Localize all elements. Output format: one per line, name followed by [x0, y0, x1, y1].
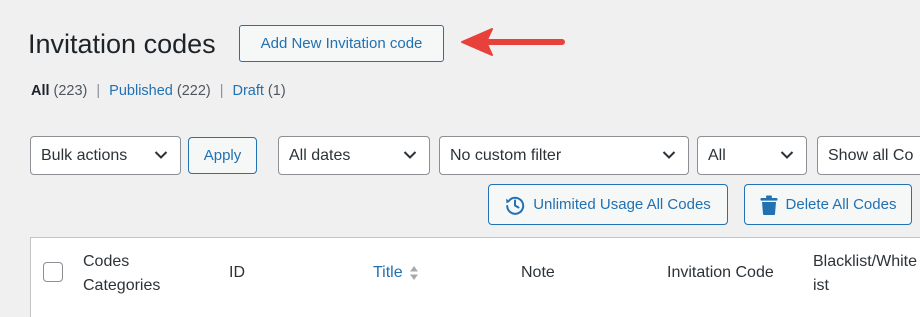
bulk-actions-value: Bulk actions [41, 146, 128, 164]
filter-published-count: (222) [176, 83, 211, 99]
show-all-select[interactable]: Show all Co [817, 136, 920, 175]
column-note: Note [521, 264, 555, 281]
filter-draft-label[interactable]: Draft [233, 83, 264, 99]
column-title-label[interactable]: Title [373, 261, 403, 285]
trash-icon [760, 195, 778, 215]
sort-arrows-icon [409, 266, 418, 280]
chevron-down-icon [403, 151, 417, 159]
all-select-value: All [708, 146, 726, 164]
unlimited-usage-all-codes-button[interactable]: Unlimited Usage All Codes [488, 184, 728, 225]
delete-all-codes-button[interactable]: Delete All Codes [744, 184, 912, 225]
chevron-down-icon [780, 151, 794, 159]
column-title-sortable[interactable]: Title [373, 261, 420, 285]
filter-all[interactable]: All (223) [31, 83, 87, 99]
filter-all-label[interactable]: All [31, 83, 50, 99]
separator: | [219, 83, 224, 99]
column-blacklist-line1: Blacklist/White [813, 253, 918, 270]
column-blacklist-whitelist: Blacklist/White ist [813, 250, 917, 298]
status-filter-links: All (223) | Published (222) | Draft (1) [31, 83, 286, 99]
chevron-down-icon [154, 151, 168, 159]
separator: | [96, 83, 101, 99]
filter-draft[interactable]: Draft (1) [233, 83, 286, 99]
table-header [30, 237, 920, 317]
filter-published[interactable]: Published (222) [109, 83, 211, 99]
column-codes-categories[interactable]: Codes Categories [83, 250, 160, 298]
column-blacklist-line2: ist [813, 277, 829, 294]
page-title: Invitation codes [28, 29, 216, 59]
custom-filter-value: No custom filter [450, 146, 562, 164]
history-icon [505, 195, 525, 215]
chevron-down-icon [662, 151, 676, 159]
add-new-invitation-code-button[interactable]: Add New Invitation code [239, 25, 444, 62]
filter-draft-count: (1) [267, 83, 286, 99]
select-all-checkbox[interactable] [43, 262, 63, 282]
bulk-actions-select[interactable]: Bulk actions [30, 136, 181, 175]
delete-all-label: Delete All Codes [785, 196, 897, 213]
column-id: ID [229, 264, 245, 281]
filter-all-count: (223) [53, 83, 88, 99]
annotation-arrow-icon [461, 28, 565, 56]
column-invitation-code: Invitation Code [667, 264, 774, 281]
column-codes-categories-line2: Categories [83, 277, 161, 294]
apply-button[interactable]: Apply [188, 137, 257, 174]
dates-value: All dates [289, 146, 351, 164]
dates-select[interactable]: All dates [278, 136, 430, 175]
column-codes-categories-line1: Codes [83, 253, 130, 270]
custom-filter-select[interactable]: No custom filter [439, 136, 689, 175]
all-select[interactable]: All [697, 136, 807, 175]
filter-published-label[interactable]: Published [109, 83, 173, 99]
unlimited-usage-label: Unlimited Usage All Codes [533, 196, 711, 213]
show-all-value: Show all Co [828, 146, 914, 164]
